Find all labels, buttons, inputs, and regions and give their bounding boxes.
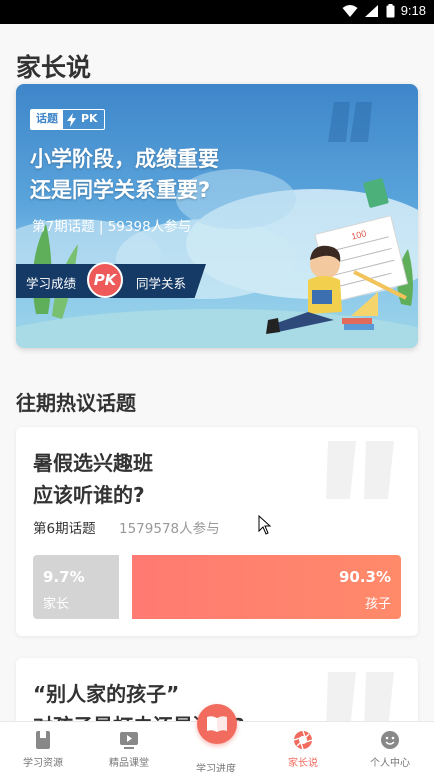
battery-icon: [386, 3, 395, 17]
pk-badge: PK: [87, 262, 123, 298]
pk-side-left: 学习成绩: [26, 276, 77, 291]
topic-tag-pk: PK: [81, 112, 98, 125]
section-title: 往期热议话题: [16, 391, 136, 415]
bottom-tab-bar: 学习资源 精品课堂 学习进度 家长说 个人中心: [0, 704, 434, 772]
vote-result-parents: 9.7% 家长: [33, 555, 119, 619]
tab-premium-classes[interactable]: 精品课堂: [86, 722, 172, 772]
app-screen: 9:18 家长说 100 话题 PK 小学阶段，成绩重要 还是同学关系重要? 第…: [0, 0, 434, 772]
tab-profile[interactable]: 个人中心: [347, 722, 433, 772]
topic-card[interactable]: 暑假选兴趣班 应该听谁的? 第6期话题 1579578人参与 9.7% 家长 9…: [16, 427, 418, 636]
progress-fab[interactable]: [197, 704, 237, 744]
banner-subtitle: 第7期话题 | 59398人参与: [32, 219, 192, 235]
wifi-icon: [342, 4, 358, 17]
book-icon: [36, 731, 50, 749]
page-title: 家长说: [16, 53, 92, 82]
tab-label: 学习进度: [196, 764, 236, 772]
tab-label: 精品课堂: [109, 758, 149, 769]
tab-parents-say[interactable]: 家长说: [260, 722, 346, 772]
lightning-icon: [63, 110, 79, 129]
open-book-icon: [207, 716, 227, 732]
clock: 9:18: [400, 3, 426, 18]
smiley-icon: [381, 731, 399, 749]
topic-period: 第6期话题: [33, 521, 96, 537]
tab-learning-progress[interactable]: 学习进度: [173, 704, 259, 772]
vote-label-parents: 家长: [43, 597, 70, 612]
topic-title-line2: 应该听谁的?: [33, 483, 145, 507]
vote-percent-parents: 9.7%: [43, 568, 85, 586]
topic-title: 暑假选兴趣班 应该听谁的?: [33, 447, 153, 511]
tab-learning-resources[interactable]: 学习资源: [0, 722, 86, 772]
topic-title-line1: 暑假选兴趣班: [33, 451, 153, 475]
banner-title-line2: 还是同学关系重要?: [30, 178, 211, 202]
status-bar: 9:18: [0, 0, 434, 24]
topic-tag-label: 话题: [31, 110, 63, 129]
quote-icon: [326, 441, 394, 499]
featured-topic-banner[interactable]: 100 话题 PK 小学阶段，成绩重要 还是同学关系重要? 第7期话题 | 59…: [16, 84, 418, 348]
topic-participants: 1579578人参与: [119, 521, 220, 537]
banner-title-line1: 小学阶段，成绩重要: [30, 147, 219, 171]
vote-result-children: 90.3% 孩子: [132, 555, 401, 619]
vote-label-children: 孩子: [364, 597, 391, 612]
tab-label: 学习资源: [23, 758, 63, 769]
pk-side-right: 同学关系: [136, 276, 187, 291]
banner-title: 小学阶段，成绩重要 还是同学关系重要?: [30, 144, 219, 206]
tab-label: 家长说: [288, 758, 318, 769]
topic-tag: 话题 PK: [30, 109, 105, 130]
mouse-cursor-icon: [258, 515, 272, 535]
aperture-icon: [293, 730, 313, 750]
signal-icon: [364, 4, 378, 17]
video-icon: [120, 732, 138, 749]
tab-label: 个人中心: [370, 758, 410, 769]
vote-percent-children: 90.3%: [338, 568, 391, 586]
